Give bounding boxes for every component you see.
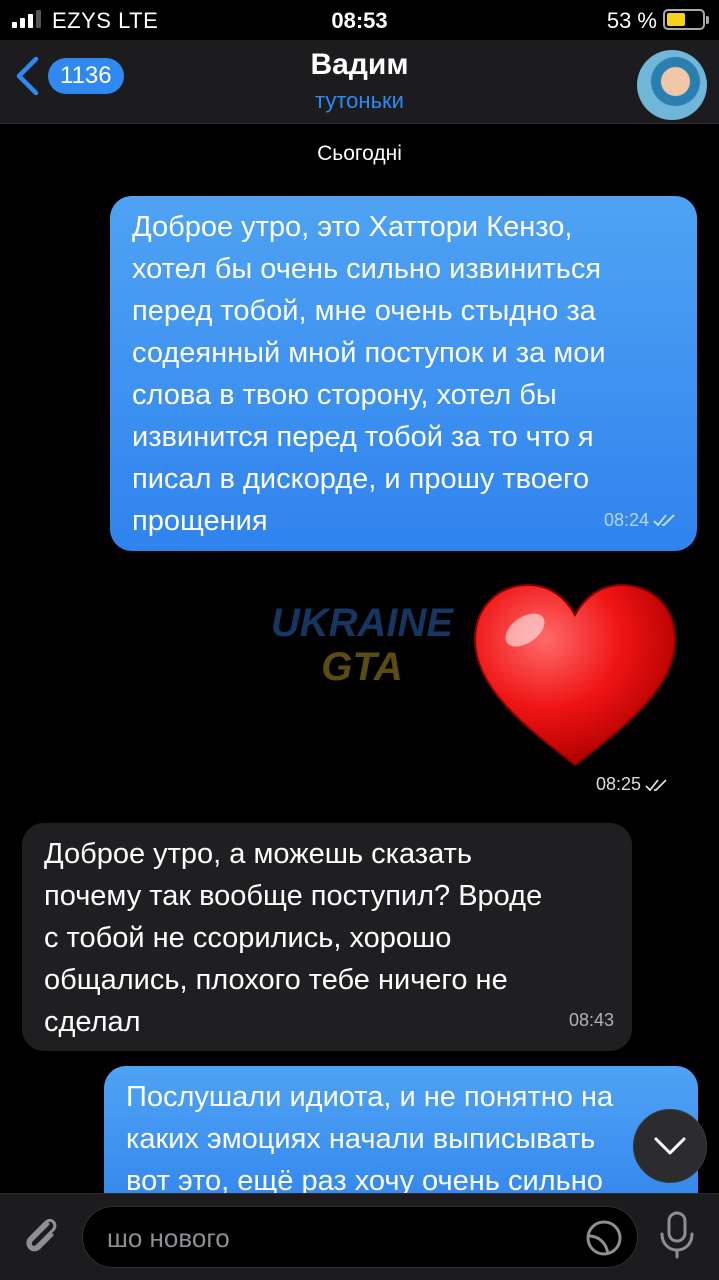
watermark-line2: GTA bbox=[321, 645, 402, 689]
chat-header: 1136 Вадим тутоньки bbox=[0, 40, 719, 124]
double-check-icon bbox=[653, 514, 675, 527]
chat-status: тутоньки bbox=[315, 88, 404, 113]
message-input[interactable]: шо нового bbox=[82, 1206, 638, 1268]
message-composer: шо нового bbox=[0, 1193, 719, 1280]
sticker-icon[interactable] bbox=[585, 1219, 623, 1257]
scroll-to-bottom-button[interactable] bbox=[633, 1109, 707, 1183]
message-outgoing[interactable]: Доброе утро, это Хаттори Кензо, хотел бы… bbox=[110, 196, 697, 551]
message-time: 08:24 bbox=[603, 510, 649, 530]
watermark-line1: UKRAINE bbox=[271, 601, 455, 645]
message-text: Доброе утро, это Хаттори Кензо, хотел бы… bbox=[132, 211, 606, 537]
paperclip-icon[interactable] bbox=[18, 1212, 64, 1258]
chat-title[interactable]: Вадим bbox=[0, 48, 719, 82]
message-text: Послушали идиота, и не понятно на каких … bbox=[126, 1081, 614, 1197]
battery-icon bbox=[663, 9, 709, 30]
double-check-icon bbox=[645, 778, 667, 791]
date-separator: Сьогодні bbox=[317, 142, 402, 165]
ukraine-gta-watermark: UKRAINE GTA bbox=[271, 601, 455, 689]
message-input-placeholder: шо нового bbox=[107, 1223, 230, 1253]
message-meta: 08:43 bbox=[569, 999, 614, 1041]
battery-percent: 53 % bbox=[606, 8, 657, 33]
chevron-down-icon bbox=[654, 1137, 686, 1155]
message-meta: 08:24 bbox=[604, 499, 679, 541]
message-time: 08:43 bbox=[568, 1010, 614, 1030]
avatar[interactable] bbox=[637, 50, 707, 120]
message-incoming[interactable]: Доброе утро, а можешь сказать почему так… bbox=[22, 823, 632, 1051]
message-time: 08:25 bbox=[596, 774, 642, 794]
microphone-icon[interactable] bbox=[656, 1210, 698, 1260]
message-meta: 08:25 bbox=[588, 772, 680, 797]
status-bar: EZYS LTE 08:53 53 % bbox=[0, 0, 719, 40]
message-text: Доброе утро, а можешь сказать почему так… bbox=[44, 838, 543, 1038]
heart-sticker-icon[interactable] bbox=[470, 580, 680, 770]
